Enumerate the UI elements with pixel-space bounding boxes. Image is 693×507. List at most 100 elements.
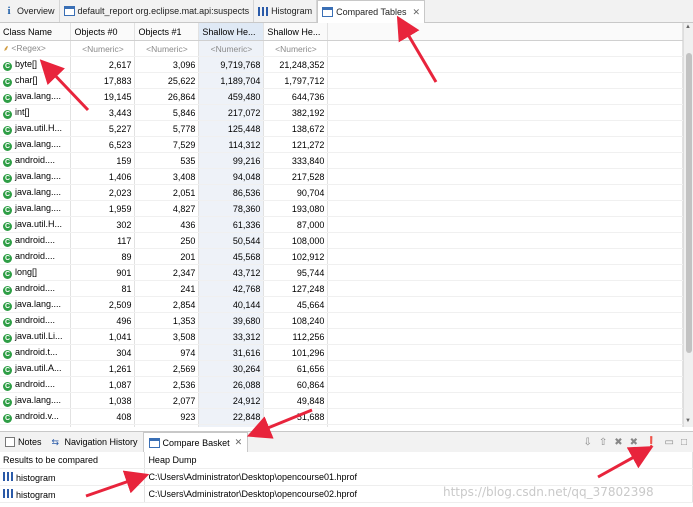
tab-notes[interactable]: Notes (0, 433, 47, 452)
scroll-up-icon[interactable]: ▲ (685, 24, 691, 30)
value-cell: 112,256 (263, 328, 329, 345)
value-cell: 9,719,768 (198, 56, 265, 73)
table-row[interactable]: Cjava.lang.... 1,959 4,827 78,360 193,080 (0, 200, 683, 217)
value-cell: 193,080 (263, 200, 329, 217)
scrollbar-thumb[interactable] (686, 53, 692, 353)
class-name-cell: Cjava.lang.... (0, 184, 72, 201)
table-row[interactable]: Cjava.lang.... 2,023 2,051 86,536 90,704 (0, 184, 683, 201)
value-cell: 1,959 (70, 200, 136, 217)
class-icon: C (3, 109, 12, 119)
close-icon[interactable]: ✕ (235, 437, 243, 448)
column-header-shallow-heap-1[interactable]: Shallow He... (263, 23, 329, 41)
value-cell: 2,617 (70, 56, 136, 73)
value-cell: 78,360 (198, 200, 265, 217)
tab-histogram[interactable]: Histogram (254, 0, 318, 22)
table-row[interactable]: Cjava.util.H... 302 436 61,336 87,000 (0, 216, 683, 233)
numeric-filter-cell[interactable]: <Numeric> (134, 40, 200, 57)
table-row[interactable]: Candroid.... 1,087 2,536 26,088 60,864 (0, 376, 683, 393)
table-row[interactable]: Cjava.util.A... 1,261 2,569 30,264 61,656 (0, 360, 683, 377)
table-row[interactable]: Cjava.util.Li... 1,041 3,508 33,312 112,256 (0, 328, 683, 345)
remove-icon[interactable]: ✖ (614, 437, 622, 448)
navigation-icon: ⇆ (51, 437, 60, 447)
column-header-objects-0[interactable]: Objects #0 (70, 23, 136, 41)
move-up-icon[interactable]: ⇧ (599, 437, 607, 448)
table-row[interactable]: Cjava.lang.... 6,523 7,529 114,312 121,272 (0, 136, 683, 153)
value-cell: 24,912 (198, 392, 265, 409)
basket-row[interactable]: histogram C:\Users\Administrator\Desktop… (0, 468, 693, 486)
compare-results-button[interactable]: ❗ (645, 437, 657, 448)
regex-filter-cell[interactable]: ⸙ <Regex> (0, 40, 72, 57)
minimize-icon[interactable]: ▭ (665, 437, 674, 448)
tab-default-report[interactable]: default_report org.eclipse.mat.api:suspe… (60, 0, 255, 22)
table-row[interactable]: Cint[] 3,443 5,846 217,072 382,192 (0, 104, 683, 121)
class-icon: C (3, 189, 12, 199)
numeric-filter-cell[interactable]: <Numeric> (263, 40, 329, 57)
value-cell: 3,408 (134, 168, 200, 185)
column-header-heap-dump[interactable]: Heap Dump (144, 452, 693, 469)
numeric-filter-cell[interactable]: <Numeric> (70, 40, 136, 57)
class-name-cell: Cjava.lang.... (0, 424, 72, 427)
column-header-results[interactable]: Results to be compared (0, 452, 146, 469)
table-row[interactable]: Clong[] 901 2,347 43,712 95,744 (0, 264, 683, 281)
histogram-icon (3, 471, 13, 481)
maximize-icon[interactable]: □ (681, 437, 687, 448)
class-icon: C (3, 237, 12, 247)
tab-label: Compared Tables (336, 7, 407, 17)
value-cell: 26,864 (134, 88, 200, 105)
value-cell: 81 (70, 280, 136, 297)
value-cell: 2,509 (70, 296, 136, 313)
value-cell: 217,528 (263, 168, 329, 185)
remove-all-icon[interactable]: ✖ (630, 437, 638, 448)
table-row[interactable]: Cjava.util.H... 5,227 5,778 125,448 138,672 (0, 120, 683, 137)
move-down-icon[interactable]: ⇩ (583, 437, 591, 448)
tab-compared-tables[interactable]: Compared Tables ✕ (317, 0, 426, 23)
value-cell: 121,272 (263, 136, 329, 153)
class-name-cell: Candroid.... (0, 280, 72, 297)
value-cell: 21,824 (198, 424, 265, 427)
table-row[interactable]: Candroid.... 159 535 99,216 333,840 (0, 152, 683, 169)
tab-compare-basket[interactable]: Compare Basket ✕ (142, 432, 249, 452)
table-row[interactable]: Candroid.... 89 201 45,568 102,912 (0, 248, 683, 265)
close-icon[interactable]: ✕ (413, 7, 421, 18)
numeric-filter-cell[interactable]: <Numeric> (198, 40, 265, 57)
table-row[interactable]: Cbyte[] 2,617 3,096 9,719,768 21,248,352 (0, 56, 683, 73)
value-cell: 50,544 (198, 232, 265, 249)
value-cell: 459,480 (198, 88, 265, 105)
table-row[interactable]: Cjava.lang....34177521,82449,600 (0, 424, 683, 427)
value-cell: 2,854 (134, 296, 200, 313)
value-cell: 95,744 (263, 264, 329, 281)
value-cell: 51,688 (263, 408, 329, 425)
column-header-objects-1[interactable]: Objects #1 (134, 23, 200, 41)
class-icon: C (3, 221, 12, 231)
column-header-shallow-heap-0[interactable]: Shallow He... (198, 23, 265, 41)
value-cell: 45,664 (263, 296, 329, 313)
value-cell: 5,778 (134, 120, 200, 137)
value-cell: 775 (134, 424, 200, 427)
compared-table-grid: Class Name Objects #0 Objects #1 Shallow… (0, 23, 683, 427)
table-row[interactable]: Candroid.... 496 1,353 39,680 108,240 (0, 312, 683, 329)
class-name-cell: Candroid.... (0, 248, 72, 265)
value-cell: 49,600 (263, 424, 329, 427)
value-cell: 6,523 (70, 136, 136, 153)
value-cell: 1,041 (70, 328, 136, 345)
table-row[interactable]: Candroid.v... 408 923 22,848 51,688 (0, 408, 683, 425)
table-row[interactable]: Cjava.lang.... 1,038 2,077 24,912 49,848 (0, 392, 683, 409)
table-row[interactable]: Cjava.lang.... 19,145 26,864 459,480 644,736 (0, 88, 683, 105)
value-cell: 4,827 (134, 200, 200, 217)
value-cell: 304 (70, 344, 136, 361)
class-name-cell: Cjava.lang.... (0, 136, 72, 153)
tab-navigation-history[interactable]: ⇆ Navigation History (47, 433, 143, 452)
value-cell: 108,000 (263, 232, 329, 249)
table-row[interactable]: Cchar[] 17,883 25,622 1,189,704 1,797,712 (0, 72, 683, 89)
table-row[interactable]: Cjava.lang.... 1,406 3,408 94,048 217,528 (0, 168, 683, 185)
table-row[interactable]: Candroid.... 117 250 50,544 108,000 (0, 232, 683, 249)
scroll-down-icon[interactable]: ▼ (685, 418, 691, 424)
table-row[interactable]: Candroid.... 81 241 42,768 127,248 (0, 280, 683, 297)
tab-overview[interactable]: i Overview (0, 0, 60, 22)
table-row[interactable]: Cjava.lang.... 2,509 2,854 40,144 45,664 (0, 296, 683, 313)
vertical-scrollbar[interactable]: ▲ ▼ (683, 23, 693, 427)
table-row[interactable]: Candroid.t... 304 974 31,616 101,296 (0, 344, 683, 361)
column-header-class-name[interactable]: Class Name (0, 23, 72, 41)
value-cell: 436 (134, 216, 200, 233)
value-cell: 333,840 (263, 152, 329, 169)
